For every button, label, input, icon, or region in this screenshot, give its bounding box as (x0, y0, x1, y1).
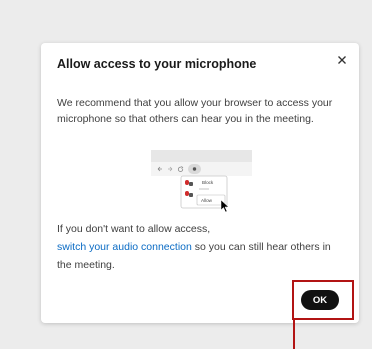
page: Allow access to your microphone We recom… (0, 0, 378, 349)
page-edge (372, 0, 378, 349)
browser-permission-illustration: Block Allow (151, 150, 252, 213)
highlight-pointer-line (293, 320, 295, 349)
allow-option: Allow (201, 198, 213, 203)
switch-audio-connection-link[interactable]: switch your audio connection (57, 241, 192, 253)
dialog-description: We recommend that you allow your browser… (57, 97, 333, 125)
bottom-text-start: If you don't want to allow access, (57, 223, 211, 235)
close-icon[interactable] (335, 53, 349, 67)
dialog-title: Allow access to your microphone (57, 57, 257, 71)
audio-connection-text: If you don't want to allow access, switch… (57, 220, 347, 274)
block-option: Block (202, 180, 214, 185)
ok-highlight-box (292, 280, 354, 320)
